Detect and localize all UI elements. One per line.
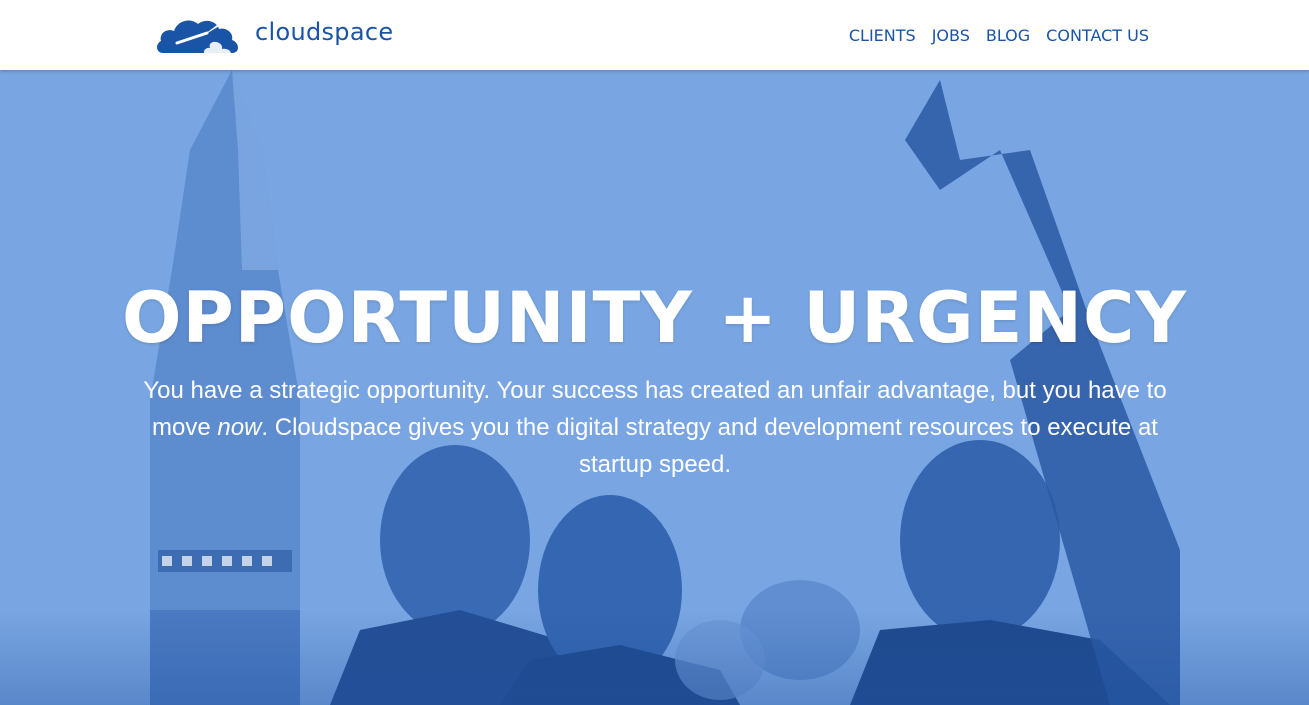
main-nav: CLIENTS JOBS BLOG CONTACT US — [849, 0, 1149, 70]
hero-section: OPPORTUNITY + URGENCY You have a strateg… — [0, 70, 1309, 705]
nav-contact-us[interactable]: CONTACT US — [1046, 26, 1149, 45]
hero-description-part2: . Cloudspace gives you the digital strat… — [261, 414, 1158, 478]
brand-logo[interactable]: cloudspace — [155, 9, 393, 55]
top-navbar: cloudspace CLIENTS JOBS BLOG CONTACT US — [0, 0, 1309, 70]
nav-clients[interactable]: CLIENTS — [849, 26, 916, 45]
nav-jobs[interactable]: JOBS — [932, 26, 970, 45]
hero-title: OPPORTUNITY + URGENCY — [121, 277, 1188, 359]
brand-name: cloudspace — [255, 18, 394, 46]
nav-blog[interactable]: BLOG — [986, 26, 1030, 45]
hero-description-emphasis: now — [217, 414, 262, 441]
hero-description: You have a strategic opportunity. Your s… — [125, 372, 1185, 483]
cloud-rocket-icon — [157, 19, 239, 55]
